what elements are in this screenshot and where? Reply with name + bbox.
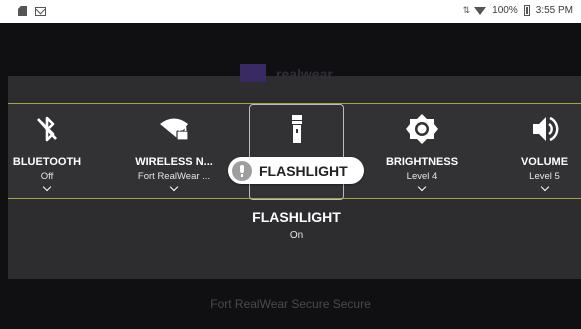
sd-card-icon xyxy=(18,6,27,16)
background-footer-text: Fort RealWear Secure Secure xyxy=(210,297,371,311)
app-logo-text: realwear xyxy=(276,66,333,82)
wifi-icon xyxy=(474,6,487,15)
chevron-down-icon[interactable] xyxy=(540,182,549,192)
bluetooth-label: BLUETOOTH xyxy=(12,156,82,168)
data-arrows-icon: ⇅ xyxy=(462,5,470,15)
flashlight-selection-box xyxy=(249,104,344,200)
chevron-down-icon[interactable] xyxy=(169,182,179,192)
status-bar: ⇅ 100% 3:55 PM xyxy=(0,0,581,23)
bluetooth-status: Off xyxy=(40,171,54,182)
mic-icon xyxy=(232,160,252,181)
voice-command-text: FLASHLIGHT xyxy=(259,162,348,179)
volume-tile[interactable]: VOLUME Level 5 xyxy=(508,104,581,198)
brightness-level: Level 4 xyxy=(406,171,438,182)
selected-setting-title: FLASHLIGHT xyxy=(252,209,341,225)
mail-icon xyxy=(35,6,46,16)
voice-command-pill: FLASHLIGHT xyxy=(228,157,364,184)
battery-percent: 100% xyxy=(492,5,518,16)
selected-setting-state: On xyxy=(289,230,304,241)
volume-label: VOLUME xyxy=(520,156,569,168)
clock: 3:55 PM xyxy=(535,5,573,16)
chevron-down-icon[interactable] xyxy=(417,182,427,192)
wireless-network-name: Fort RealWear ... xyxy=(137,171,211,182)
bluetooth-tile[interactable]: BLUETOOTH Off xyxy=(8,104,86,198)
brightness-tile[interactable]: BRIGHTNESS Level 4 xyxy=(372,104,472,198)
status-right: ⇅ 100% 3:55 PM xyxy=(463,5,573,16)
wireless-label: WIRELESS N... xyxy=(135,156,213,168)
wireless-network-tile[interactable]: WIRELESS N... Fort RealWear ... xyxy=(126,104,222,198)
brightness-icon xyxy=(406,114,438,144)
status-left xyxy=(18,6,46,16)
wifi-locked-icon xyxy=(160,118,189,141)
chevron-down-icon[interactable] xyxy=(42,182,52,192)
volume-icon xyxy=(532,116,558,142)
volume-level: Level 5 xyxy=(529,171,560,182)
app-logo xyxy=(240,64,266,82)
screen: ⇅ 100% 3:55 PM realwear Fort RealWear Se… xyxy=(0,0,581,329)
brightness-label: BRIGHTNESS xyxy=(385,156,459,168)
bluetooth-off-icon xyxy=(37,116,57,142)
battery-icon xyxy=(523,5,530,16)
